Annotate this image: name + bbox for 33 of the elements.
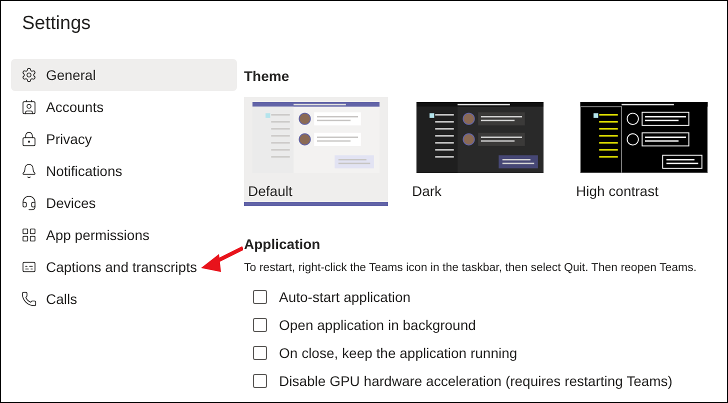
sidebar-item[interactable]: Devices xyxy=(11,187,237,219)
restart-note: To restart, right-click the Teams icon in the taskbar, then select Quit. Then reopen Teams. xyxy=(244,261,698,276)
theme-option[interactable]: Default xyxy=(244,97,388,206)
sidebar-item[interactable]: Accounts xyxy=(11,91,237,123)
contact-card-icon xyxy=(21,99,37,115)
option-label: Disable GPU hardware acceleration (requires restarting Teams) xyxy=(279,372,672,391)
option-label: Open application in background xyxy=(279,316,476,335)
option-label: On close, keep the application running xyxy=(279,344,518,363)
phone-icon xyxy=(21,291,37,307)
sidebar-item[interactable]: Captions and transcripts xyxy=(11,251,237,283)
padlock-icon xyxy=(21,131,37,147)
checkbox[interactable] xyxy=(253,374,267,388)
theme-label: Default xyxy=(248,182,292,201)
option-label: Auto-start application xyxy=(279,288,411,307)
theme-label: High contrast xyxy=(576,182,658,201)
captions-icon xyxy=(21,259,37,275)
sidebar-item[interactable]: App permissions xyxy=(11,219,237,251)
headset-icon xyxy=(21,195,37,211)
section-heading: Theme xyxy=(244,67,290,86)
settings-icon xyxy=(21,67,37,83)
theme-label: Dark xyxy=(412,182,442,201)
checkbox[interactable] xyxy=(253,290,267,304)
bell-icon xyxy=(21,163,37,179)
checkbox[interactable] xyxy=(253,346,267,360)
sidebar-item[interactable]: General xyxy=(11,59,237,91)
sidebar-item[interactable]: Privacy xyxy=(11,123,237,155)
grid-icon xyxy=(21,227,37,243)
window-title: Settings xyxy=(22,12,91,36)
pointer-arrow xyxy=(201,246,243,274)
sidebar-item[interactable]: Notifications xyxy=(11,155,237,187)
checkbox[interactable] xyxy=(253,318,267,332)
section-heading: Application xyxy=(244,235,322,254)
sidebar-item[interactable]: Calls xyxy=(11,283,237,315)
